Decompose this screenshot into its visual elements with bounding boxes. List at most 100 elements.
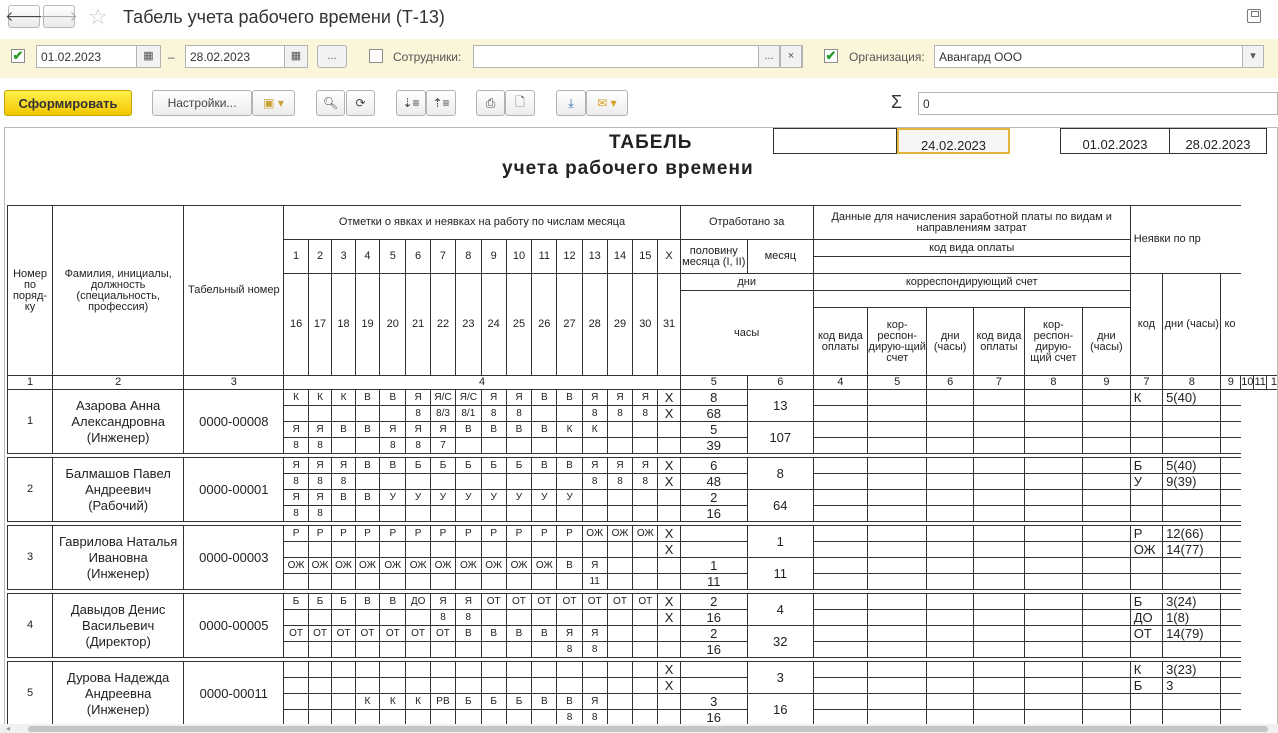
search-replace-button[interactable]: ⟳ [346,90,375,116]
day-mark-cell: Я [283,457,309,474]
preview-button[interactable]: 🗋 [505,90,535,116]
pay-cell [812,389,869,406]
day-mark-cell [556,677,583,694]
absence-code-cell: Б [1129,593,1164,610]
generate-button[interactable]: Сформировать [4,90,132,116]
absence-days-cell: 3 [1162,677,1222,694]
pay-cell [812,609,869,626]
expand-button[interactable]: ⇣≡ [396,90,426,116]
pay-cell [973,573,1025,590]
day-mark-cell: В [531,693,558,710]
day-mark-cell: Я [307,421,333,438]
pay-cell [867,573,928,590]
day-mark-cell: 8 [429,609,457,626]
send-email-button[interactable]: ✉ ▾ [586,90,628,116]
employee-tab-number: 0000-00008 [183,389,285,454]
day-mark-cell: X [657,405,681,422]
employees-input[interactable] [473,45,803,68]
pay-cell [812,641,869,658]
absence-cut-cell [1220,661,1241,678]
day-mark-cell: В [354,389,381,406]
variant-button[interactable]: ▣ ▾ [252,90,295,116]
day-mark-cell [429,473,457,490]
day-mark-cell: 8/1 [455,405,482,422]
day-header: 19 [354,273,381,376]
pay-cell [867,525,928,542]
report-area[interactable]: ТАБЕЛЬ учета рабочего времени 24.02.2023… [4,127,1278,725]
header-hours: часы [679,290,814,376]
toolbar: Сформировать Настройки... ▣ ▾ 🔍︎ ⟳ ⇣≡ ⇡≡… [0,86,1278,122]
org-input[interactable]: Авангард ООО [934,45,1264,68]
employee-tab-number: 0000-00005 [183,593,285,658]
absence-days-cell [1162,641,1222,658]
day-mark-cell [455,541,482,558]
window-title: Табель учета рабочего времени (Т-13) [123,7,445,27]
settings-button[interactable]: Настройки... [152,90,252,116]
day-header: 30 [632,273,659,376]
absence-cut-cell [1220,693,1241,710]
day-mark-cell [505,437,533,454]
absence-days-cell [1162,405,1222,422]
employees-checkbox[interactable] [369,49,383,63]
day-mark-cell [307,661,333,678]
scroll-thumb[interactable] [28,726,1268,732]
save-file-button[interactable]: ⤓ [556,90,586,116]
collapse-button[interactable]: ⇡≡ [426,90,456,116]
chevron-down-icon[interactable]: ▾ [1242,45,1264,68]
print-button[interactable]: ⎙ [476,90,505,116]
day-mark-cell: ОЖ [379,557,407,574]
horizontal-scrollbar[interactable]: ◂ [0,724,1278,733]
worked-half-cell: 39 [679,437,748,454]
day-mark-cell: У [556,489,583,506]
pay-cell [812,437,869,454]
day-mark-cell: Я [429,593,457,610]
day-mark-cell [657,437,681,454]
day-mark-cell [531,677,558,694]
day-mark-cell [354,709,381,724]
pay-cell [867,641,928,658]
org-checkbox[interactable]: ✔ [824,49,838,63]
period-checkbox[interactable]: ✔ [11,49,25,63]
calendar-to-icon[interactable]: ▦ [284,45,308,68]
pay-cell [1023,473,1084,490]
timesheet-table: Номер по поряд-ку Фамилия, инициалы, долж… [6,205,1277,724]
doc-date-box[interactable]: 24.02.2023 [897,128,1010,154]
day-mark-cell [632,489,659,506]
day-mark-cell [307,405,333,422]
day-mark-cell [354,661,381,678]
pay-cell [973,557,1025,574]
col-number: 5 [867,375,928,390]
header-pay-col: кор-респон-дирую-щий счет [867,307,928,376]
day-mark-cell: В [379,389,407,406]
scroll-left-icon[interactable]: ◂ [6,724,10,733]
day-mark-cell: Я [480,389,507,406]
forward-button[interactable]: 🡒 [40,5,78,28]
period-select-button[interactable]: ... [317,45,347,68]
day-mark-cell: 7 [429,437,457,454]
day-mark-cell: Я/С [455,389,482,406]
pay-cell [973,625,1025,642]
star-icon[interactable]: ☆ [88,4,108,30]
search-button[interactable]: 🔍︎ [316,90,345,116]
header-half: половину месяца (I, II) [679,239,748,274]
day-header: 7 [429,239,457,274]
header-pay-blank [812,256,1131,274]
day-mark-cell [455,505,482,522]
back-button[interactable]: 🡐 [5,5,43,28]
calendar-from-icon[interactable]: ▦ [136,45,161,68]
pay-cell [1082,661,1131,678]
employees-clear-button[interactable]: × [780,45,802,68]
day-mark-cell: 8 [455,609,482,626]
day-mark-cell: У [429,489,457,506]
day-mark-cell [556,609,583,626]
day-mark-cell: Р [405,525,431,542]
date-separator: – [168,50,175,64]
day-mark-cell [331,661,356,678]
col-number: 1 [6,375,54,390]
pay-cell [926,489,975,506]
day-mark-cell: У [379,489,407,506]
floppy-icon[interactable] [1247,9,1261,23]
day-mark-cell: В [531,421,558,438]
sigma-icon: Σ [891,92,903,112]
employees-select-button[interactable]: ... [758,45,780,68]
